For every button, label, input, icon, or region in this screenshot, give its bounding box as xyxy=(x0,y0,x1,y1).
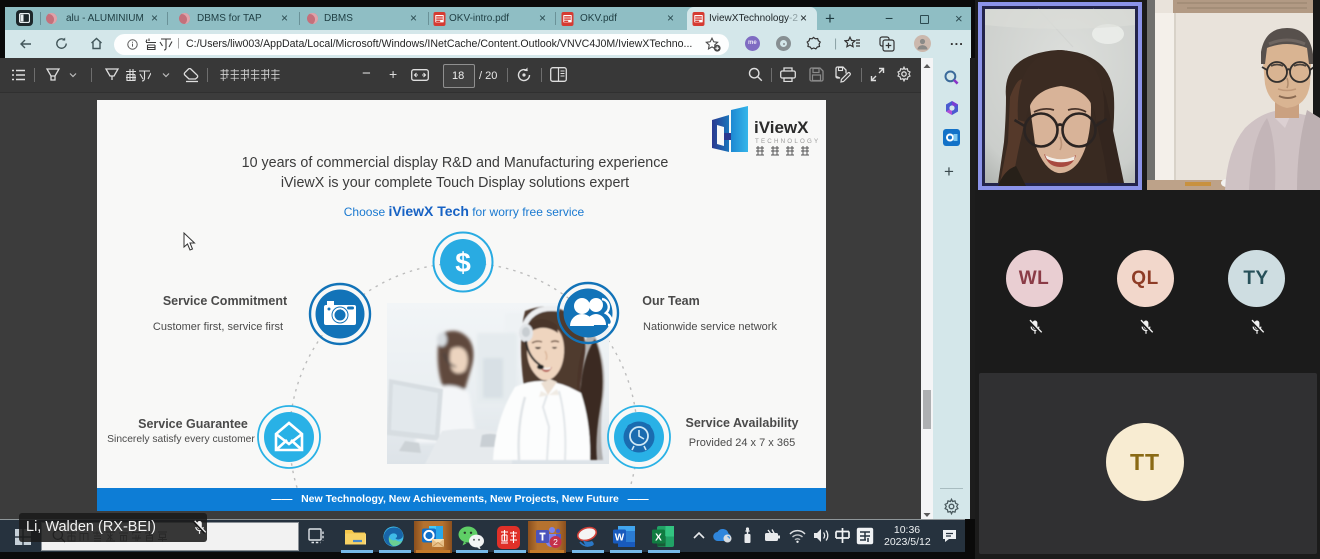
svg-text:2: 2 xyxy=(553,537,558,547)
svg-text:W: W xyxy=(615,533,625,544)
svg-text:X: X xyxy=(655,533,662,544)
svg-text:$: $ xyxy=(455,247,471,278)
